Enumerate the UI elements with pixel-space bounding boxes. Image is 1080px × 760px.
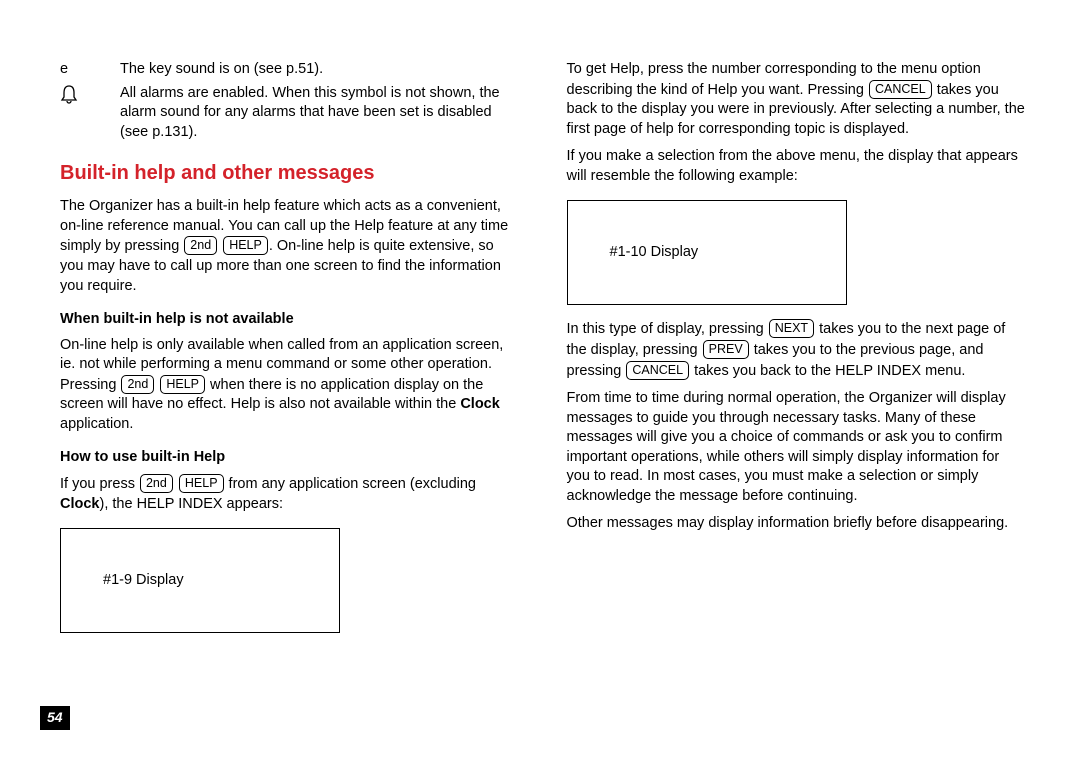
how-to-paragraph: If you press 2nd HELP from any applicati… [60,474,519,514]
key-next: NEXT [769,319,814,338]
key-help: HELP [223,236,268,255]
key-help: HELP [179,474,224,493]
p2-text-c: application. [60,416,133,432]
clock-word: Clock [60,496,100,512]
example-intro-paragraph: If you make a selection from the above m… [567,147,1026,186]
navigation-paragraph: In this type of display, pressing NEXT t… [567,319,1026,381]
messages-paragraph: From time to time during normal operatio… [567,389,1026,506]
p3-text-c: ), the HELP INDEX appears: [100,496,284,512]
icon-row-sound: e The key sound is on (see p.51). [60,60,519,80]
not-available-paragraph: On-line help is only available when call… [60,336,519,435]
p6-text-a: In this type of display, pressing [567,321,768,337]
subheading-not-available: When built-in help is not available [60,310,519,330]
display-box-2: #1-10 Display [567,200,847,305]
key-2nd: 2nd [184,236,217,255]
p3-text-a: If you press [60,476,139,492]
subheading-how-to-use: How to use built-in Help [60,448,519,468]
key-help: HELP [160,375,205,394]
key-cancel: CANCEL [869,80,932,99]
left-column: e The key sound is on (see p.51). All al… [60,60,519,680]
key-sound-icon: e [60,60,120,80]
alarm-text: All alarms are enabled. When this symbol… [120,84,519,143]
p6-text-d: takes you back to the HELP INDEX menu. [690,363,965,379]
clock-word: Clock [460,396,500,412]
display-box-1: #1-9 Display [60,528,340,633]
section-title: Built-in help and other messages [60,160,519,187]
page-number-badge: 54 [40,706,70,730]
page-columns: e The key sound is on (see p.51). All al… [60,60,1025,680]
key-cancel: CANCEL [626,361,689,380]
display-1-label: #1-9 Display [103,571,184,591]
display-2-label: #1-10 Display [610,243,699,263]
key-2nd: 2nd [140,474,173,493]
icon-row-alarm: All alarms are enabled. When this symbol… [60,84,519,143]
p3-text-b: from any application screen (excluding [225,476,476,492]
key-prev: PREV [703,340,749,359]
other-messages-paragraph: Other messages may display information b… [567,514,1026,534]
get-help-paragraph: To get Help, press the number correspond… [567,60,1026,139]
key-sound-text: The key sound is on (see p.51). [120,60,519,80]
key-2nd: 2nd [121,375,154,394]
bell-icon [60,84,120,143]
intro-paragraph: The Organizer has a built-in help featur… [60,197,519,296]
right-column: To get Help, press the number correspond… [567,60,1026,680]
